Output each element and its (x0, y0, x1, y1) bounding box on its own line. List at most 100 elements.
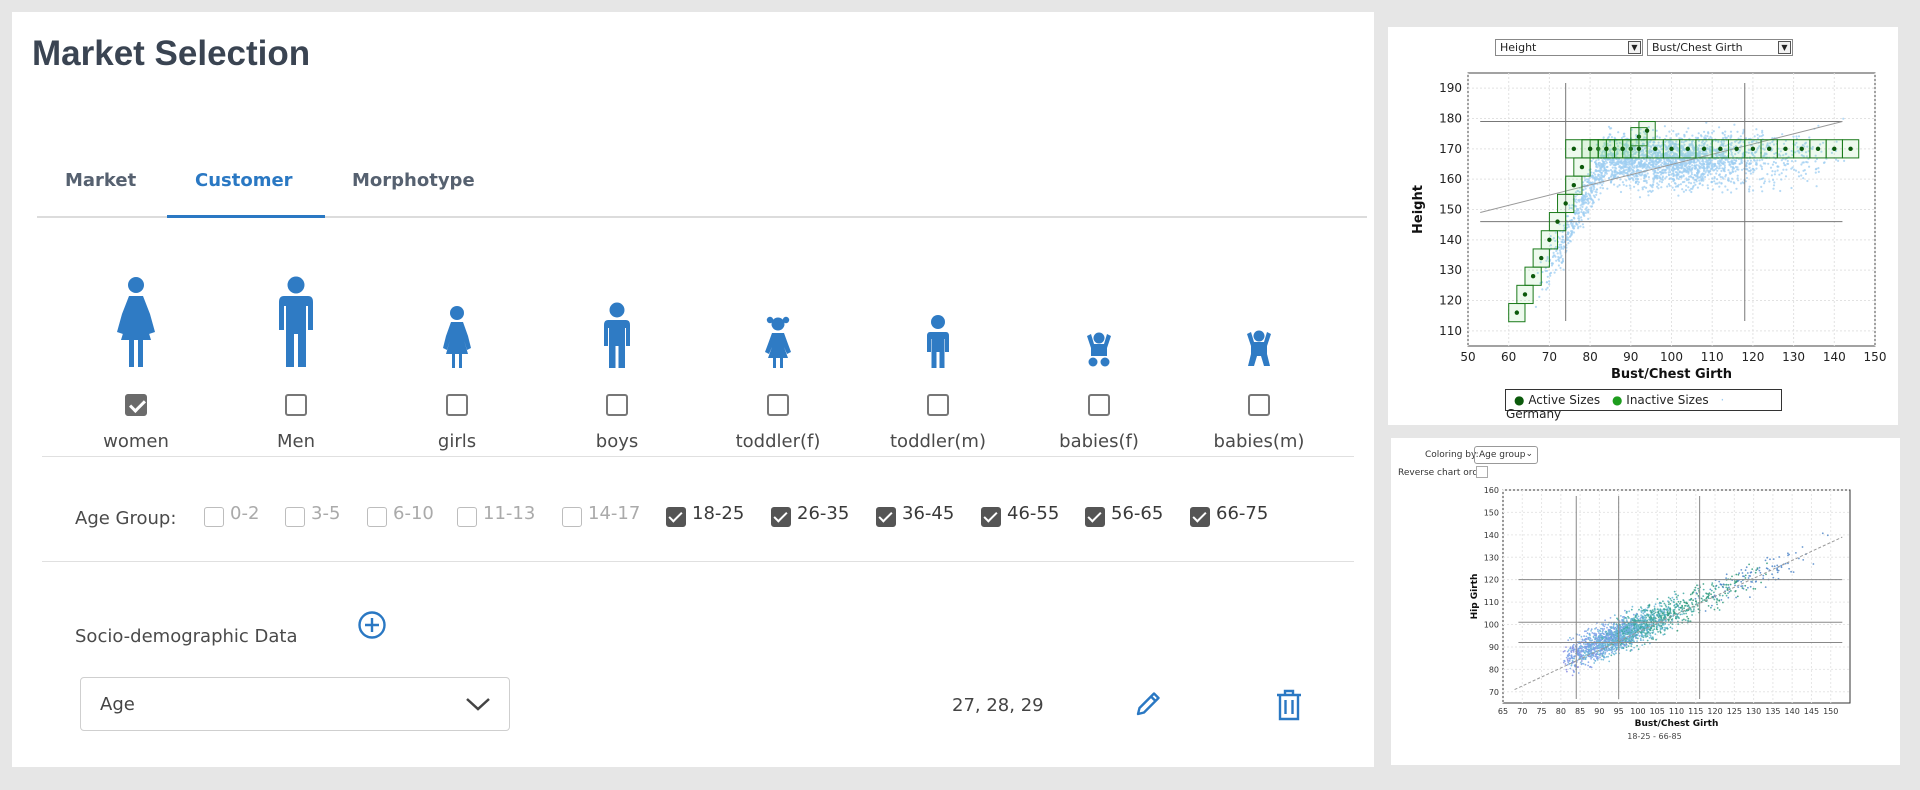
delete-button[interactable] (1274, 688, 1304, 722)
germany-point (1723, 161, 1726, 164)
edit-button[interactable] (1132, 688, 1164, 720)
germany-point (1756, 133, 1759, 136)
checkbox-women[interactable] (125, 394, 147, 416)
germany-point (1534, 305, 1537, 308)
y-tick-label: 130 (1484, 553, 1499, 562)
germany-point (1601, 160, 1605, 163)
checkbox-toddler-f[interactable] (767, 394, 789, 416)
population-point (1679, 613, 1682, 616)
age-checkbox[interactable] (204, 507, 224, 527)
population-point (1594, 632, 1596, 635)
age-option-label: 3-5 (311, 503, 341, 524)
germany-point (1635, 170, 1638, 173)
checkbox-babies-m[interactable] (1248, 394, 1270, 416)
population-point (1660, 610, 1663, 613)
population-point (1655, 638, 1657, 641)
population-point (1654, 633, 1657, 636)
germany-point (1559, 266, 1562, 270)
population-point (1613, 653, 1616, 656)
germany-point (1761, 131, 1764, 134)
germany-point (1691, 168, 1694, 171)
population-point (1583, 635, 1585, 638)
population-point (1568, 654, 1571, 657)
germany-point (1605, 161, 1608, 164)
population-point (1660, 617, 1663, 620)
population-point (1749, 585, 1752, 588)
age-option-label: 26-35 (797, 503, 850, 524)
age-checkbox[interactable] (457, 507, 477, 527)
population-point (1599, 630, 1602, 633)
population-point (1643, 609, 1645, 612)
checkbox-babies-f[interactable] (1088, 394, 1110, 416)
checkbox-men[interactable] (285, 394, 307, 416)
population-point (1738, 572, 1740, 575)
population-point (1587, 664, 1589, 667)
age-checkbox[interactable] (666, 507, 686, 527)
x-tick-label: 150 (1823, 707, 1838, 716)
germany-point (1723, 133, 1726, 136)
germany-point (1608, 133, 1611, 136)
age-checkbox[interactable] (1190, 507, 1210, 527)
germany-point (1625, 168, 1628, 171)
checkbox-toddler-m[interactable] (927, 394, 949, 416)
tab-morphotype[interactable]: Morphotype (352, 170, 475, 191)
population-point (1580, 660, 1583, 662)
population-point (1790, 570, 1792, 573)
germany-point (1638, 196, 1642, 199)
population-point (1570, 654, 1573, 657)
age-checkbox[interactable] (285, 507, 305, 527)
germany-point (1556, 252, 1559, 255)
population-point (1752, 587, 1755, 590)
active-size-point (1848, 146, 1853, 152)
age-checkbox[interactable] (1085, 507, 1105, 527)
germany-point (1726, 188, 1729, 191)
population-point (1673, 590, 1676, 593)
population-point (1729, 583, 1732, 586)
age-checkbox[interactable] (367, 507, 387, 527)
age-checkbox[interactable] (562, 507, 582, 527)
germany-point (1671, 177, 1674, 180)
germany-point (1680, 164, 1684, 167)
checkbox-boys[interactable] (606, 394, 628, 416)
germany-point (1724, 175, 1727, 178)
germany-point (1697, 169, 1700, 172)
population-point (1647, 631, 1650, 633)
germany-point (1785, 168, 1788, 171)
age-checkbox[interactable] (876, 507, 896, 527)
germany-point (1665, 175, 1668, 178)
germany-point (1674, 182, 1677, 185)
germany-point (1790, 167, 1793, 170)
plus-circle-icon (358, 611, 386, 639)
population-point (1590, 657, 1592, 660)
germany-point (1590, 190, 1593, 193)
add-socio-data-button[interactable] (357, 610, 387, 640)
age-checkbox[interactable] (771, 507, 791, 527)
active-size-point (1734, 146, 1739, 152)
tab-customer[interactable]: Customer (195, 170, 293, 191)
population-point (1695, 602, 1698, 604)
tab-market[interactable]: Market (65, 170, 136, 191)
checkbox-girls[interactable] (446, 394, 468, 416)
population-point (1710, 593, 1712, 596)
population-point (1669, 597, 1672, 600)
population-point (1666, 627, 1669, 630)
population-point (1740, 580, 1743, 583)
baby-boy-icon (1179, 276, 1339, 380)
germany-point (1658, 180, 1661, 183)
population-point (1615, 646, 1618, 649)
population-point (1627, 645, 1630, 647)
customer-type-toddler-f: toddler(f) (698, 276, 858, 456)
germany-legend-marker: · (1720, 393, 1725, 407)
population-point (1658, 619, 1660, 621)
population-point (1671, 627, 1674, 630)
inactive-sizes-legend-marker: ● (1611, 393, 1623, 407)
germany-point (1634, 177, 1637, 180)
population-point (1604, 644, 1607, 647)
x-tick-label: 60 (1501, 350, 1516, 364)
active-size-point (1604, 146, 1609, 152)
population-point (1772, 558, 1775, 560)
germany-point (1546, 286, 1549, 289)
socio-attribute-select[interactable]: Age (80, 677, 510, 731)
germany-point (1749, 169, 1752, 172)
age-checkbox[interactable] (981, 507, 1001, 527)
